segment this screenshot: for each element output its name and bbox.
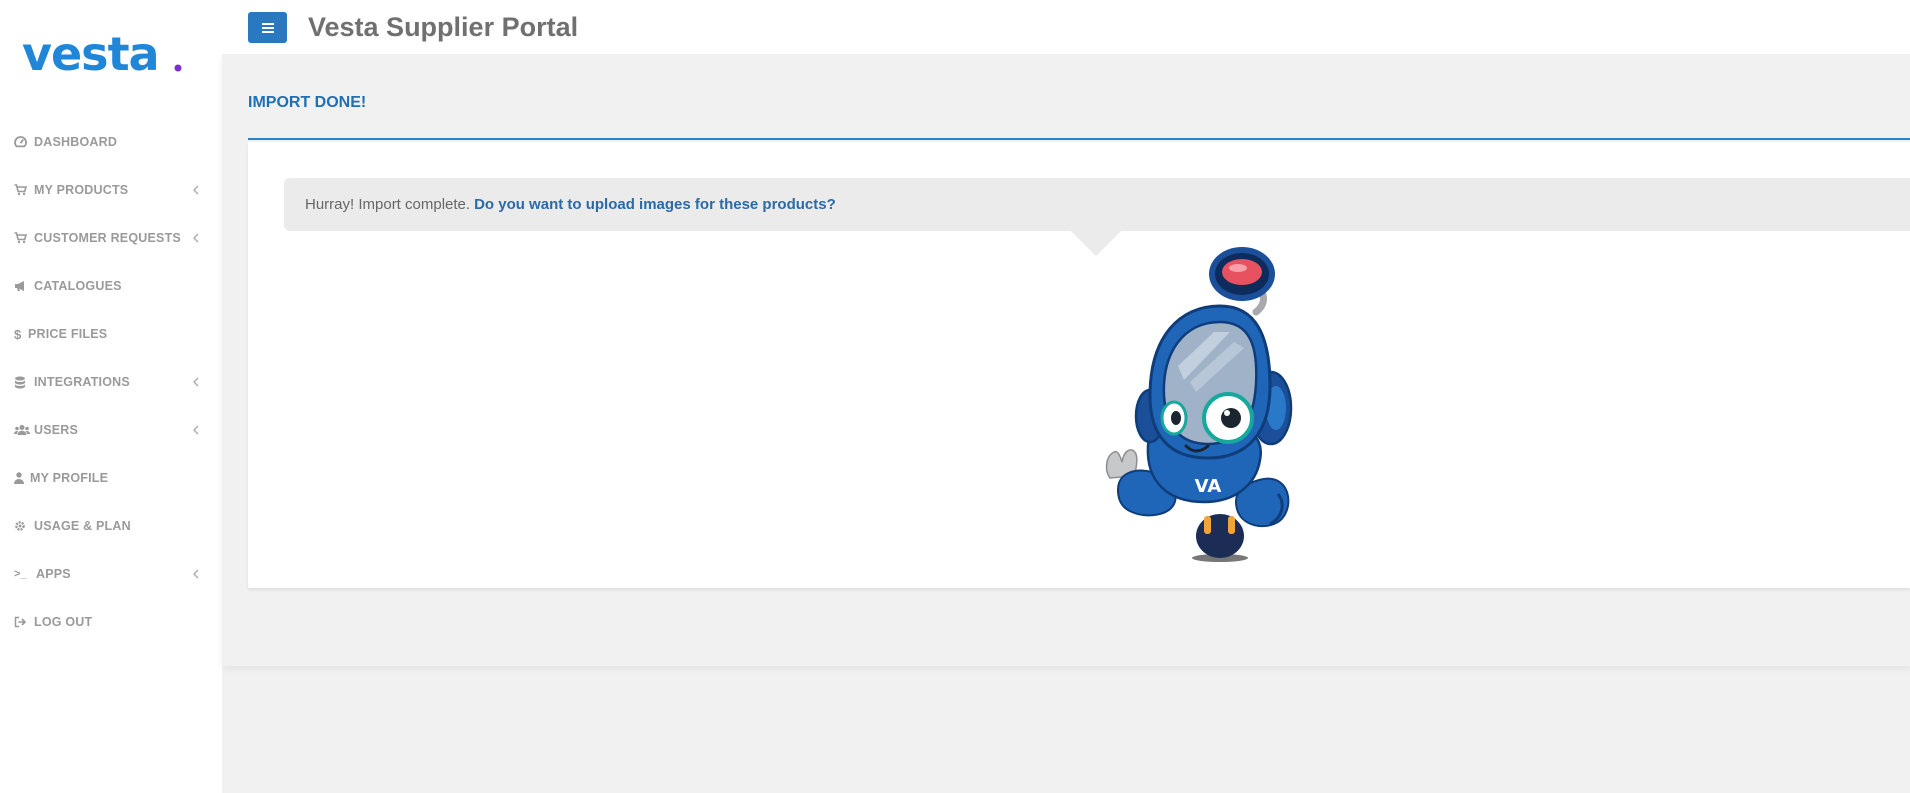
cart-icon xyxy=(14,231,34,245)
cart-icon xyxy=(14,183,34,197)
content-area: IMPORT DONE! Hurray! Import complete. Do… xyxy=(222,54,1910,666)
sidebar-item-integrations[interactable]: INTEGRATIONS xyxy=(0,358,222,406)
sidebar-item-users[interactable]: USERS xyxy=(0,406,222,454)
import-message: Hurray! Import complete. Do you want to … xyxy=(284,178,1910,231)
users-icon xyxy=(14,423,34,437)
upload-images-link[interactable]: Do you want to upload images for these p… xyxy=(474,196,836,213)
sidebar: vesta DASHBOARD MY PRODUCTS CUSTOMER REQ… xyxy=(0,0,222,793)
sidebar-item-label: INTEGRATIONS xyxy=(34,375,130,389)
top-bar: Vesta Supplier Portal xyxy=(222,0,1910,54)
database-icon xyxy=(14,375,34,389)
sidebar-item-customer-requests[interactable]: CUSTOMER REQUESTS xyxy=(0,214,222,262)
sidebar-item-label: CUSTOMER REQUESTS xyxy=(34,231,181,245)
sidebar-item-label: USERS xyxy=(34,423,79,437)
sidebar-item-label: MY PROFILE xyxy=(30,471,109,485)
sidebar-item-price-files[interactable]: $ PRICE FILES xyxy=(0,310,222,358)
hamburger-icon xyxy=(261,22,274,33)
panel-title: IMPORT DONE! xyxy=(248,94,367,111)
sidebar-item-catalogues[interactable]: CATALOGUES xyxy=(0,262,222,310)
sidebar-item-log-out[interactable]: LOG OUT xyxy=(0,598,222,646)
sidebar-item-label: USAGE & PLAN xyxy=(34,519,131,533)
logout-icon xyxy=(14,615,34,629)
page-title: Vesta Supplier Portal xyxy=(308,12,579,42)
sidebar-item-usage-plan[interactable]: USAGE & PLAN xyxy=(0,502,222,550)
logo-dot xyxy=(174,64,182,72)
chevron-left-icon xyxy=(193,185,199,195)
panel-body: Hurray! Import complete. Do you want to … xyxy=(248,142,1910,588)
sidebar-item-apps[interactable]: >_ APPS xyxy=(0,550,222,598)
sidebar-item-my-profile[interactable]: MY PROFILE xyxy=(0,454,222,502)
terminal-icon: >_ xyxy=(14,568,27,580)
sidebar-item-label: DASHBOARD xyxy=(34,135,118,149)
sidebar-item-label: MY PRODUCTS xyxy=(34,183,129,197)
chevron-left-icon xyxy=(193,377,199,387)
robot-mascot-icon: VA xyxy=(1105,247,1293,562)
sidebar-item-dashboard[interactable]: DASHBOARD xyxy=(0,118,222,166)
sidebar-nav: DASHBOARD MY PRODUCTS CUSTOMER REQUESTS … xyxy=(0,118,222,646)
menu-toggle-button[interactable] xyxy=(248,12,287,43)
sidebar-item-label: LOG OUT xyxy=(34,615,93,629)
main-content: Vesta Supplier Portal IMPORT DONE! Hurra… xyxy=(222,0,1910,793)
import-message-text: Hurray! Import complete. xyxy=(305,196,471,213)
dashboard-icon xyxy=(14,135,34,149)
chevron-left-icon xyxy=(193,569,199,579)
chevron-left-icon xyxy=(193,425,199,435)
sidebar-item-my-products[interactable]: MY PRODUCTS xyxy=(0,166,222,214)
sidebar-item-label: APPS xyxy=(36,567,71,581)
sidebar-item-label: CATALOGUES xyxy=(34,279,122,293)
panel-title-divider xyxy=(248,90,1910,140)
logo-text: vesta xyxy=(22,30,159,80)
vesta-logo-mark: vesta xyxy=(22,30,182,80)
vesta-logo[interactable]: vesta xyxy=(22,30,192,80)
mascot-badge-text: VA xyxy=(1195,476,1222,497)
sidebar-item-label: PRICE FILES xyxy=(28,327,108,341)
gear-icon xyxy=(14,519,34,533)
chevron-left-icon xyxy=(193,233,199,243)
megaphone-icon xyxy=(14,279,34,293)
